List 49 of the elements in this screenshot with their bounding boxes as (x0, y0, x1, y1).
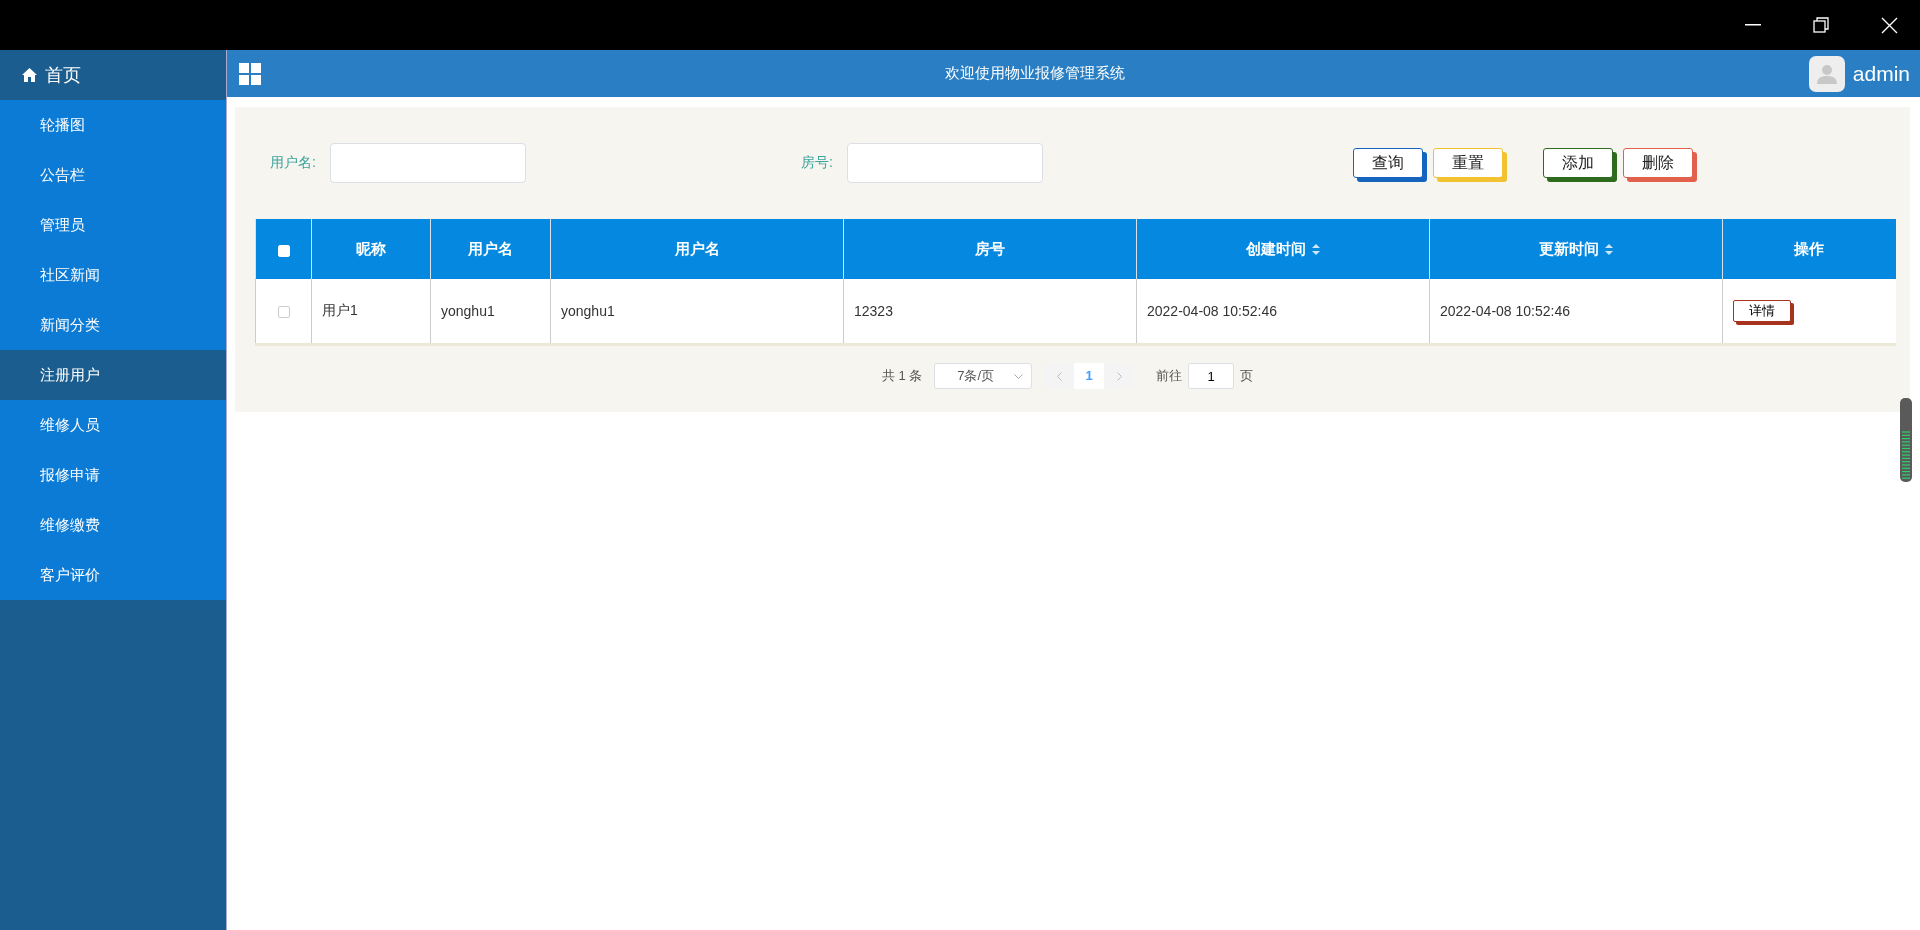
user-name[interactable]: admin (1852, 61, 1910, 86)
column-header: 用户名 (550, 219, 844, 279)
goto-page-field[interactable]: 1 (1188, 363, 1235, 389)
sidebar-item[interactable]: 维修人员 (0, 400, 226, 450)
row-checkbox[interactable] (277, 306, 290, 319)
sort-icon[interactable] (1312, 244, 1320, 256)
table-cell: yonghu1 (550, 279, 844, 345)
field-label: 房号: (800, 154, 833, 172)
sidebar-item[interactable]: 公告栏 (0, 150, 226, 200)
column-header[interactable]: 创建时间 (1136, 219, 1430, 279)
sidebar-item[interactable]: 新闻分类 (0, 300, 226, 350)
home-icon (22, 68, 37, 82)
column-header: 房号 (843, 219, 1137, 279)
grid-menu-icon[interactable] (239, 62, 261, 85)
table-cell: yonghu1 (430, 279, 551, 345)
restore-icon[interactable] (1813, 17, 1829, 33)
column-header[interactable]: 更新时间 (1429, 219, 1723, 279)
page-number[interactable]: 1 (1074, 363, 1105, 389)
table-cell: 12323 (843, 279, 1137, 345)
column-header: 昵称 (311, 219, 431, 279)
system-title: 欢迎使用物业报修管理系统 (943, 64, 1126, 83)
sort-icon[interactable] (1605, 244, 1613, 256)
close-icon[interactable] (1881, 16, 1898, 34)
total-count: 共 1 条 (881, 367, 923, 385)
sidebar-item[interactable]: 注册用户 (0, 350, 226, 400)
sidebar-item[interactable]: 社区新闻 (0, 250, 226, 300)
search-field[interactable] (846, 143, 1043, 183)
scrollbar-drawing[interactable] (1900, 398, 1912, 482)
table-cell: 2022-04-08 10:52:46 (1429, 279, 1723, 345)
column-header: 用户名 (430, 219, 551, 279)
column-header: 操作 (1722, 219, 1896, 279)
table-cell: 用户1 (311, 279, 431, 345)
goto-label: 前往 (1156, 367, 1183, 385)
page-unit-label: 页 (1240, 367, 1254, 385)
table-cell: 2022-04-08 10:52:46 (1136, 279, 1430, 345)
select-all-checkbox[interactable] (277, 244, 290, 257)
field-label: 用户名: (270, 154, 316, 172)
search-field[interactable] (329, 143, 526, 183)
sidebar-item[interactable]: 维修缴费 (0, 500, 226, 550)
details-button[interactable]: 详情 (1733, 300, 1791, 322)
home-label: 首页 (45, 64, 81, 87)
sidebar-item[interactable]: 轮播图 (0, 100, 226, 150)
chevron-down-icon (1014, 373, 1024, 379)
page-size-select[interactable]: 7条/页 (934, 363, 1033, 389)
minimize-icon[interactable] (1745, 24, 1761, 26)
sidebar-item[interactable]: 管理员 (0, 200, 226, 250)
sidebar-item[interactable]: 客户评价 (0, 550, 226, 600)
sidebar-item[interactable]: 报修申请 (0, 450, 226, 500)
avatar-icon[interactable] (1808, 55, 1845, 92)
